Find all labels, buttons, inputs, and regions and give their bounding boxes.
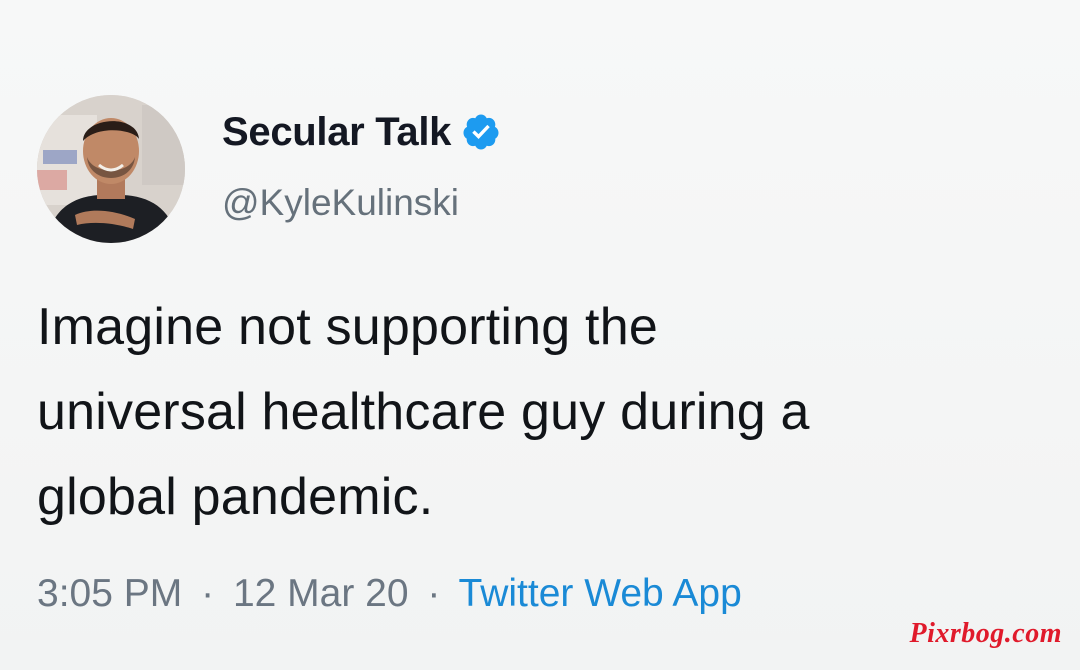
tweet-date[interactable]: 12 Mar 20 (233, 572, 409, 615)
author-display-name[interactable]: Secular Talk (222, 110, 451, 155)
tweet-text: Imagine not supporting the universal hea… (37, 285, 1072, 540)
tweet-text-line: Imagine not supporting the (37, 298, 658, 356)
tweet-card: Secular Talk @KyleKulinski Imagine not s… (0, 0, 1080, 670)
meta-separator: · (201, 572, 215, 615)
avatar[interactable] (37, 95, 185, 243)
author-handle[interactable]: @KyleKulinski (222, 182, 459, 224)
meta-separator: · (427, 572, 441, 615)
author-name-row: Secular Talk (222, 108, 501, 156)
tweet-source-link[interactable]: Twitter Web App (459, 572, 742, 615)
verified-badge-icon (461, 112, 501, 152)
tweet-time[interactable]: 3:05 PM (37, 572, 182, 615)
profile-photo-icon (37, 95, 185, 243)
tweet-meta: 3:05 PM · 12 Mar 20 · Twitter Web App (37, 572, 742, 616)
tweet-text-line: universal healthcare guy during a (37, 383, 810, 441)
tweet-text-line: global pandemic. (37, 468, 434, 526)
watermark: Pixrbog.com (909, 618, 1062, 649)
